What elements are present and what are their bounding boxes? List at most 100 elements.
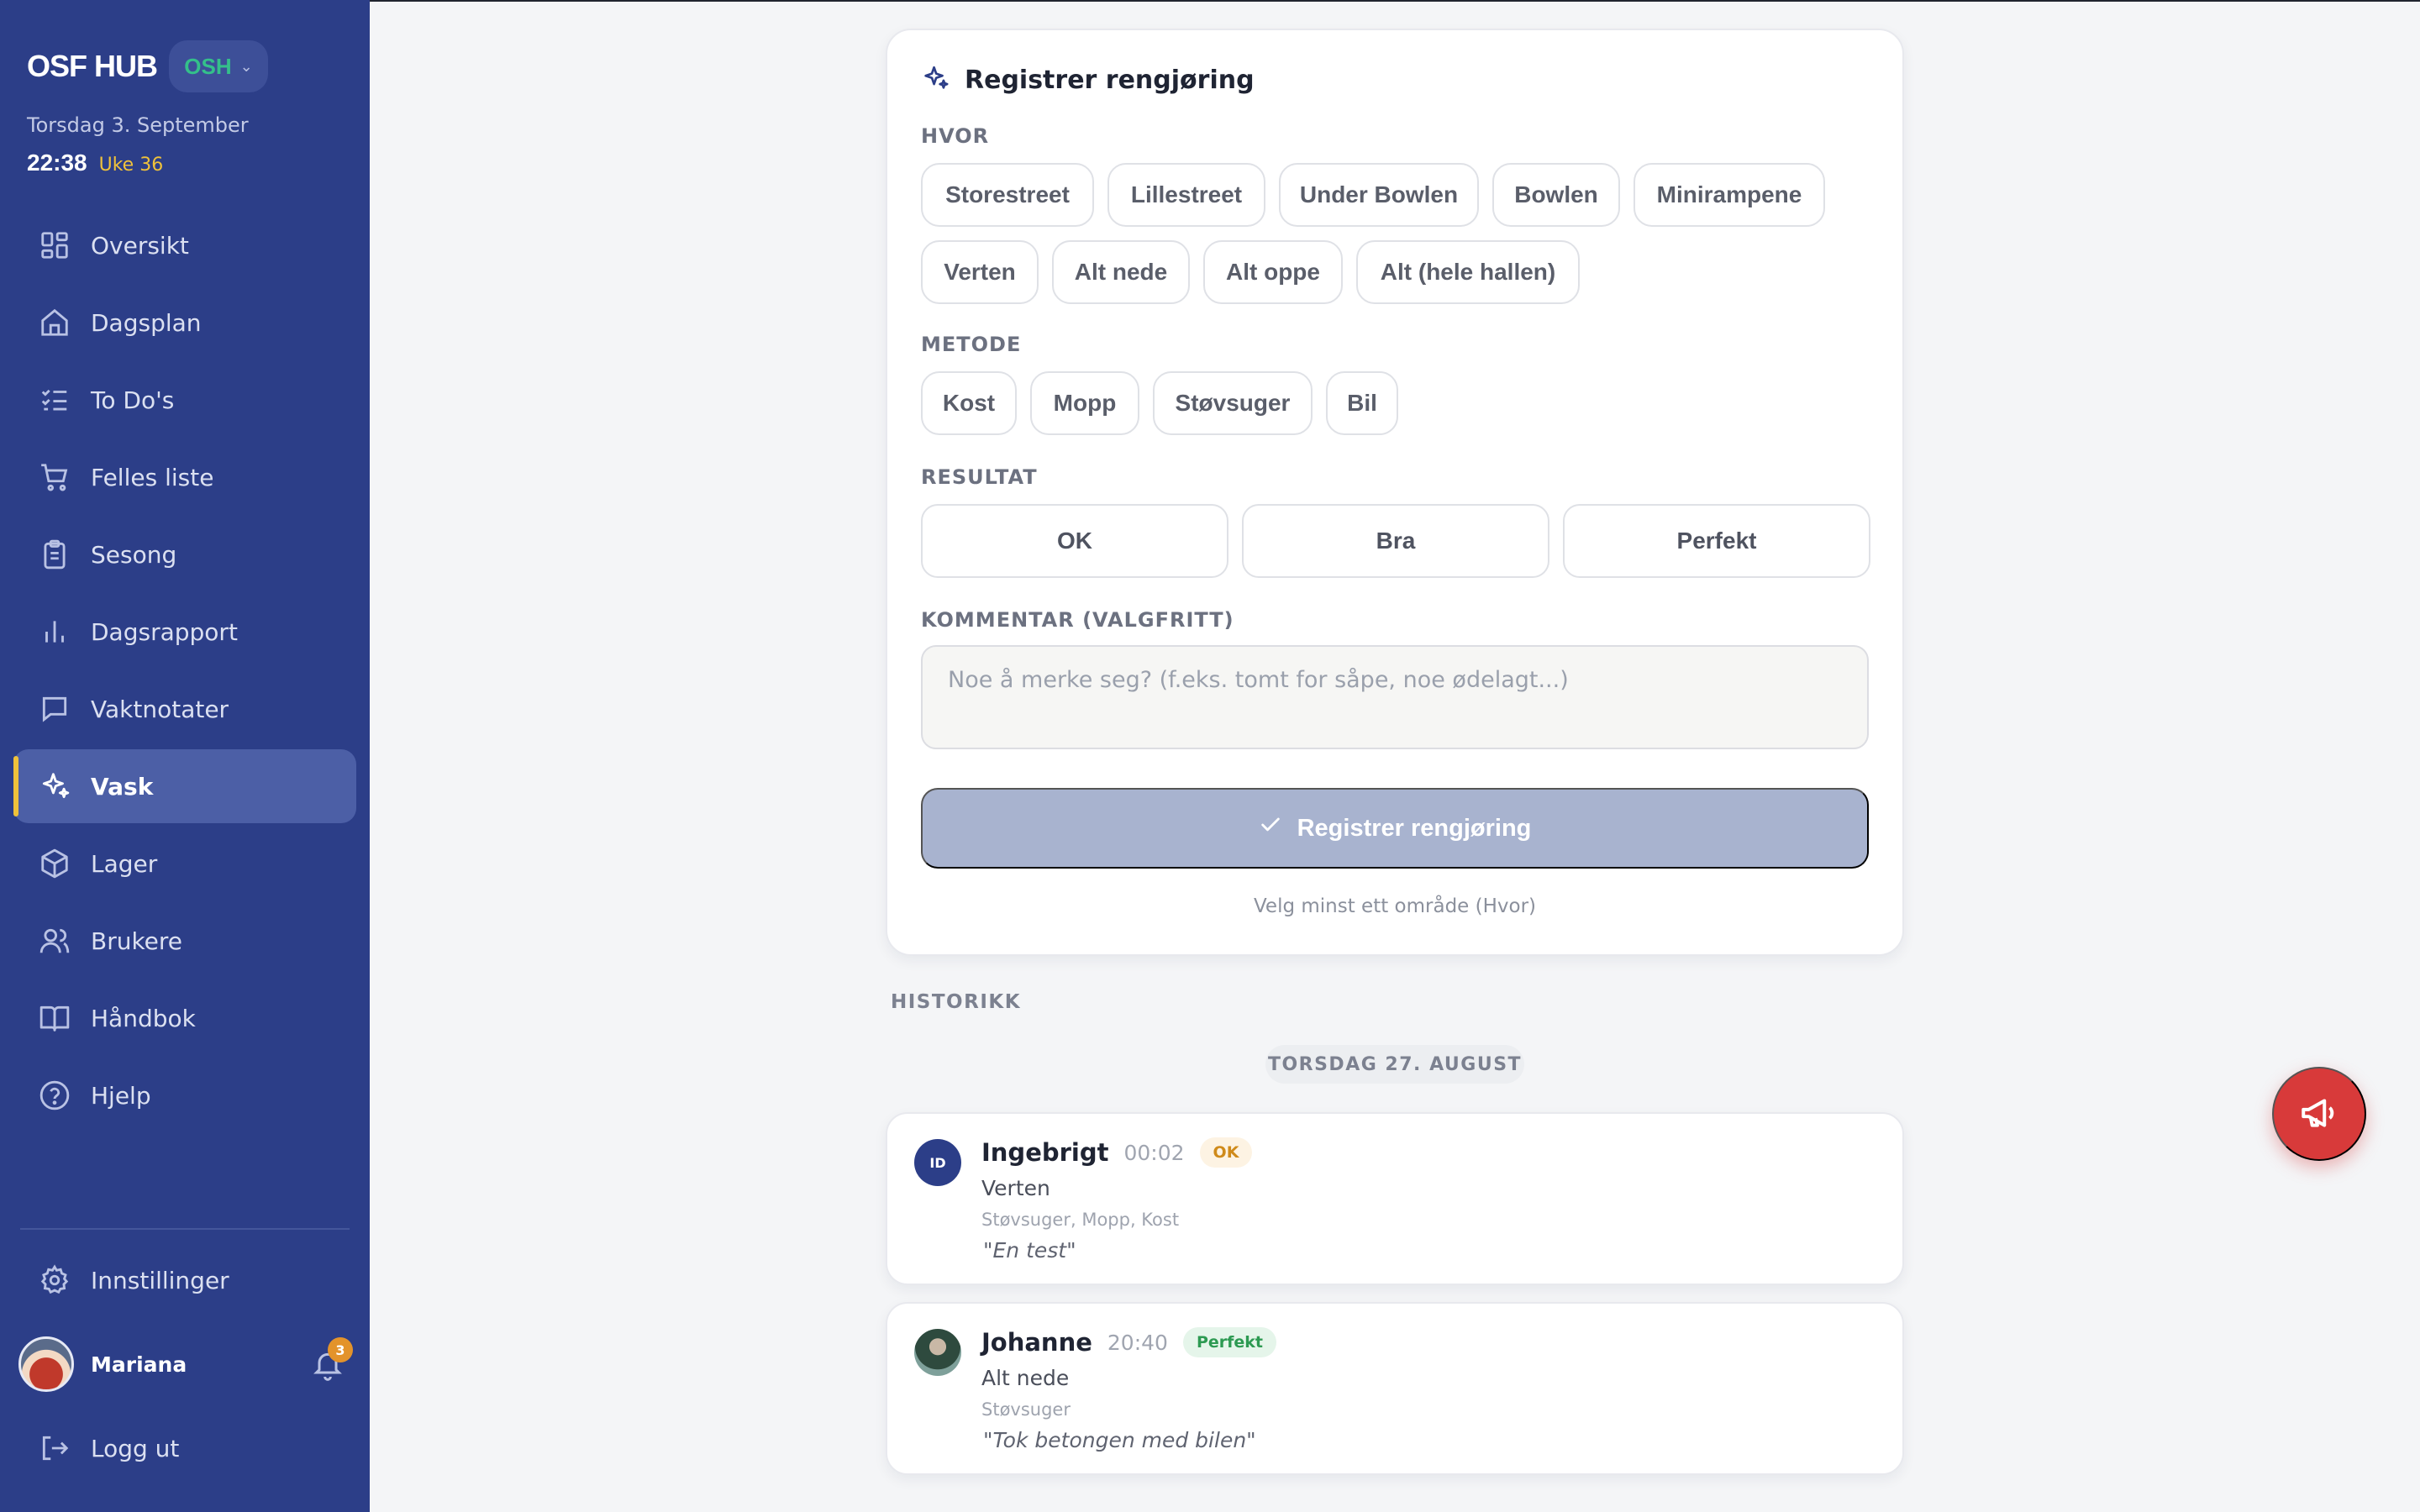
sidebar-divider: [20, 1228, 350, 1230]
chevron-down-icon: ⌄: [239, 57, 253, 76]
where-chip[interactable]: Alt oppe: [1203, 240, 1343, 304]
where-label: HVOR: [921, 124, 990, 148]
notifications-button[interactable]: 3: [311, 1337, 353, 1384]
entry-user-name: Ingebrigt: [981, 1138, 1109, 1167]
gear-icon: [39, 1264, 71, 1296]
sidebar-item-label: Brukere: [91, 927, 183, 955]
package-icon: [39, 848, 71, 879]
sidebar-item-todos[interactable]: To Do's: [13, 363, 356, 437]
bell-icon: [311, 1352, 345, 1384]
sidebar-item-label: Felles liste: [91, 463, 214, 491]
sidebar-item-handbok[interactable]: Håndbok: [13, 981, 356, 1055]
logout-label: Logg ut: [91, 1434, 180, 1462]
method-chip[interactable]: Bil: [1326, 371, 1398, 435]
card-header: Registrer rengjøring: [921, 64, 1255, 96]
validation-hint: Velg minst ett område (Hvor): [1253, 895, 1537, 917]
entry-time: 20:40: [1107, 1330, 1168, 1355]
submit-button[interactable]: Registrer rengjøring: [921, 788, 1869, 869]
where-chip[interactable]: Verten: [921, 240, 1039, 304]
entry-location: Alt nede: [981, 1366, 1070, 1390]
bar-chart-icon: [39, 616, 71, 648]
entry-user-name: Johanne: [981, 1328, 1092, 1357]
sidebar-item-lager[interactable]: Lager: [13, 827, 356, 900]
method-chip[interactable]: Mopp: [1030, 371, 1139, 435]
sidebar-nav: Oversikt Dagsplan To Do's Felles liste S…: [13, 208, 356, 1136]
method-label: METODE: [921, 333, 1022, 356]
sidebar-item-label: Vask: [91, 772, 154, 801]
notification-badge: 3: [328, 1337, 353, 1362]
sidebar-item-hjelp[interactable]: Hjelp: [13, 1058, 356, 1132]
sidebar-item-label: Dagsplan: [91, 308, 202, 337]
sidebar-item-label: Vaktnotater: [91, 695, 229, 723]
entry-comment: "Tok betongen med bilen": [983, 1428, 1256, 1452]
settings-label: Innstillinger: [91, 1266, 229, 1294]
brand: OSF HUB OSH ⌄: [27, 40, 268, 92]
org-code: OSH: [184, 53, 232, 79]
clipboard-icon: [39, 538, 71, 570]
submit-label: Registrer rengjøring: [1297, 814, 1532, 842]
help-icon: [39, 1079, 71, 1111]
card-title: Registrer rengjøring: [965, 65, 1255, 95]
result-ok-button[interactable]: OK: [921, 504, 1228, 578]
user-profile[interactable]: Mariana 3: [18, 1336, 355, 1393]
sidebar-item-label: Sesong: [91, 540, 177, 569]
sidebar-item-label: Lager: [91, 849, 158, 878]
avatar: [18, 1336, 74, 1392]
date-header: TORSDAG 27. AUGUST: [1265, 1045, 1524, 1084]
time-row: 22:38 Uke 36: [27, 150, 163, 176]
where-chip[interactable]: Minirampene: [1634, 163, 1825, 227]
announcement-button[interactable]: [2272, 1067, 2366, 1161]
cleaning-form-card: Registrer rengjøring HVOR Storestreet Li…: [886, 29, 1904, 956]
method-chip[interactable]: Kost: [921, 371, 1017, 435]
home-icon: [39, 307, 71, 339]
top-border: [370, 0, 2420, 2]
sidebar-item-label: Oversikt: [91, 231, 189, 260]
comment-label: KOMMENTAR (VALGFRITT): [921, 608, 1234, 632]
cart-icon: [39, 461, 71, 493]
week-number: Uke 36: [98, 155, 164, 176]
logout-icon: [39, 1432, 71, 1464]
result-label: RESULTAT: [921, 465, 1038, 489]
sidebar-item-brukere[interactable]: Brukere: [13, 904, 356, 978]
where-chip[interactable]: Alt (hele hallen): [1356, 240, 1580, 304]
megaphone-icon: [2298, 1092, 2340, 1137]
where-chip[interactable]: Under Bowlen: [1279, 163, 1479, 227]
entry-methods: Støvsuger: [981, 1399, 1071, 1420]
entry-time: 00:02: [1123, 1140, 1185, 1165]
sidebar-item-dagsrapport[interactable]: Dagsrapport: [13, 595, 356, 669]
sparkles-icon: [39, 770, 71, 802]
sidebar-item-label: Håndbok: [91, 1004, 196, 1032]
logout-button[interactable]: Logg ut: [13, 1411, 356, 1485]
entry-methods: Støvsuger, Mopp, Kost: [981, 1210, 1180, 1230]
sidebar-item-vask[interactable]: Vask: [13, 749, 356, 823]
current-date: Torsdag 3. September: [27, 113, 249, 137]
org-select[interactable]: OSH ⌄: [169, 40, 268, 92]
sidebar-item-vaktnotater[interactable]: Vaktnotater: [13, 672, 356, 746]
where-chip[interactable]: Alt nede: [1052, 240, 1190, 304]
sidebar-item-innstillinger[interactable]: Innstillinger: [13, 1243, 356, 1317]
check-icon: [1259, 813, 1282, 843]
sidebar-item-label: Dagsrapport: [91, 617, 238, 646]
result-badge: Perfekt: [1182, 1327, 1276, 1357]
book-icon: [39, 1002, 71, 1034]
where-chip[interactable]: Storestreet: [921, 163, 1094, 227]
result-badge: OK: [1199, 1137, 1253, 1168]
history-label: HISTORIKK: [891, 991, 1022, 1013]
sidebar-item-dagsplan[interactable]: Dagsplan: [13, 286, 356, 360]
result-bra-button[interactable]: Bra: [1242, 504, 1549, 578]
checklist-icon: [39, 384, 71, 416]
result-perfekt-button[interactable]: Perfekt: [1563, 504, 1870, 578]
method-chip[interactable]: Støvsuger: [1153, 371, 1313, 435]
where-chip[interactable]: Bowlen: [1492, 163, 1620, 227]
current-time: 22:38: [27, 150, 87, 176]
sidebar-item-sesong[interactable]: Sesong: [13, 517, 356, 591]
entry-header: Ingebrigt 00:02 OK: [981, 1137, 1253, 1168]
sidebar-item-oversikt[interactable]: Oversikt: [13, 208, 356, 282]
sidebar-item-label: To Do's: [91, 386, 175, 414]
comment-input[interactable]: Noe å merke seg? (f.eks. tomt for såpe, …: [921, 645, 1869, 749]
where-chip[interactable]: Lillestreet: [1107, 163, 1265, 227]
sparkles-icon: [921, 64, 950, 96]
entry-location: Verten: [981, 1176, 1050, 1200]
entry-comment: "En test": [983, 1238, 1076, 1263]
sidebar-item-felles-liste[interactable]: Felles liste: [13, 440, 356, 514]
